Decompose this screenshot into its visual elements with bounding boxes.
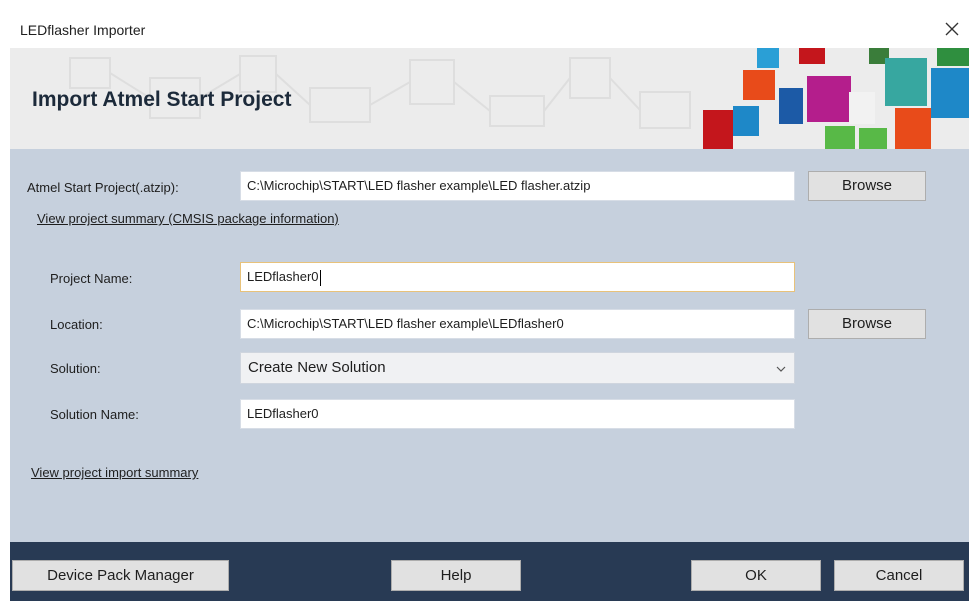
import-form: Atmel Start Project(.atzip): C:\Microchi… bbox=[10, 149, 969, 542]
cubes-graphic bbox=[703, 48, 969, 149]
cancel-button[interactable]: Cancel bbox=[834, 560, 964, 591]
device-pack-manager-button[interactable]: Device Pack Manager bbox=[12, 560, 229, 591]
project-name-input[interactable]: LEDflasher0 bbox=[240, 262, 795, 292]
view-import-summary-link[interactable]: View project import summary bbox=[31, 465, 198, 480]
help-button[interactable]: Help bbox=[391, 560, 521, 591]
dialog-footer: Device Pack Manager Help OK Cancel bbox=[10, 542, 969, 601]
browse-location-button[interactable]: Browse bbox=[808, 309, 926, 339]
solution-label: Solution: bbox=[50, 361, 101, 376]
solution-select[interactable]: Create New Solution bbox=[240, 352, 795, 384]
atzip-path-field[interactable]: C:\Microchip\START\LED flasher example\L… bbox=[240, 171, 795, 201]
location-input[interactable]: C:\Microchip\START\LED flasher example\L… bbox=[240, 309, 795, 339]
window-title: LEDflasher Importer bbox=[20, 22, 146, 38]
project-name-value: LEDflasher0 bbox=[247, 269, 319, 284]
title-bar: LEDflasher Importer bbox=[0, 0, 969, 48]
atzip-label: Atmel Start Project(.atzip): bbox=[27, 180, 179, 195]
solution-select-value: Create New Solution bbox=[248, 359, 386, 376]
solution-name-input[interactable]: LEDflasher0 bbox=[240, 399, 795, 429]
chevron-down-icon bbox=[776, 366, 786, 372]
ok-button[interactable]: OK bbox=[691, 560, 821, 591]
page-title: Import Atmel Start Project bbox=[32, 88, 292, 111]
location-label: Location: bbox=[50, 317, 103, 332]
text-caret bbox=[319, 269, 321, 286]
solution-name-label: Solution Name: bbox=[50, 407, 139, 422]
browse-atzip-button[interactable]: Browse bbox=[808, 171, 926, 201]
close-icon[interactable] bbox=[941, 18, 963, 40]
header-banner: Import Atmel Start Project bbox=[10, 48, 969, 149]
view-project-summary-link[interactable]: View project summary (CMSIS package info… bbox=[37, 211, 339, 226]
project-name-label: Project Name: bbox=[50, 271, 133, 286]
